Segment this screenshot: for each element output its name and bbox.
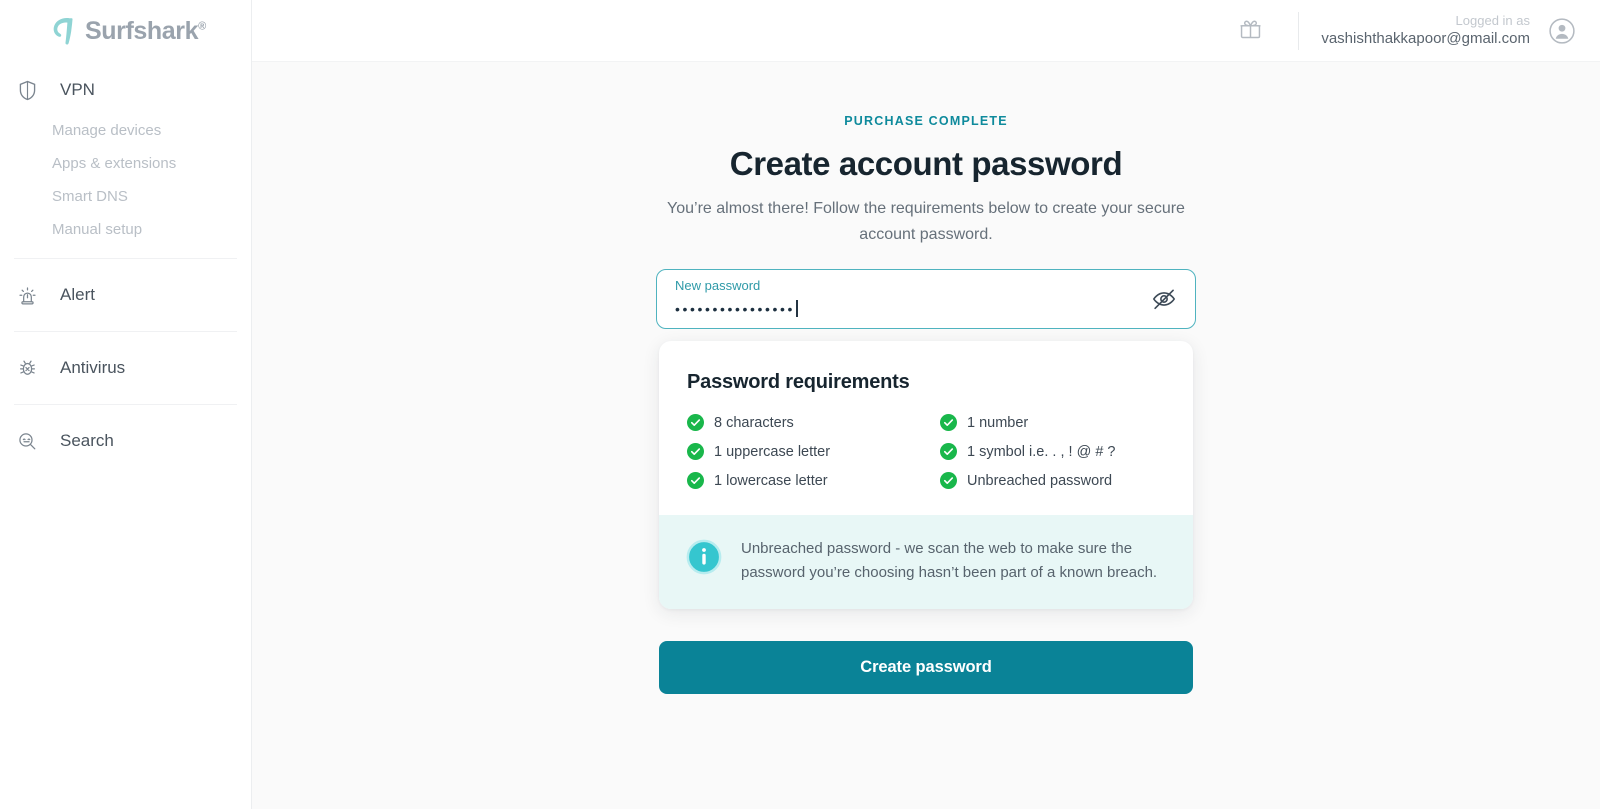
main-area: Logged in as vashishthakkapoor@gmail.com… — [252, 0, 1600, 809]
brand-name: Surfshark — [85, 16, 199, 45]
magnifier-icon — [14, 428, 40, 454]
top-bar: Logged in as vashishthakkapoor@gmail.com — [252, 0, 1600, 62]
account-info: Logged in as vashishthakkapoor@gmail.com — [1321, 13, 1530, 49]
check-circle-icon — [940, 414, 957, 432]
password-input-wrapper[interactable]: New password •••••••••••••••• — [656, 269, 1196, 330]
check-circle-icon — [687, 443, 704, 461]
password-input[interactable]: •••••••••••••••• — [675, 300, 1179, 318]
password-requirements-card: Password requirements 8 characters 1 num… — [659, 341, 1193, 610]
user-avatar-icon — [1548, 17, 1576, 49]
requirement-item: 1 number — [940, 414, 1193, 432]
requirements-heading: Password requirements — [687, 371, 910, 394]
sidebar-item-label: Smart DNS — [52, 188, 128, 205]
requirement-item: Unbreached password — [940, 472, 1193, 490]
sidebar-item-label: Manage devices — [52, 122, 162, 139]
gift-button[interactable] — [1228, 9, 1272, 53]
sidebar-divider — [14, 404, 237, 405]
info-icon — [685, 538, 723, 576]
requirements-grid: 8 characters 1 number 1 uppercase letter — [659, 394, 1193, 515]
requirement-item: 8 characters — [687, 414, 940, 432]
sidebar-item-manage-devices[interactable]: Manage devices — [0, 114, 251, 147]
siren-icon — [14, 282, 40, 308]
eye-off-icon — [1151, 289, 1177, 316]
registered-mark: ® — [198, 20, 206, 33]
sidebar-item-label: Alert — [60, 285, 95, 304]
sidebar-item-label: VPN — [60, 80, 95, 99]
page-title: Create account password — [729, 145, 1123, 182]
sidebar-item-manual-setup[interactable]: Manual setup — [0, 213, 251, 246]
sidebar-item-vpn[interactable]: VPN — [0, 66, 251, 114]
bug-icon — [14, 355, 40, 381]
create-password-button[interactable]: Create password — [659, 641, 1193, 695]
eyebrow-label: PURCHASE COMPLETE — [844, 114, 1008, 128]
sidebar-item-label: Apps & extensions — [52, 155, 177, 172]
brand-logo[interactable]: Surfshark® — [0, 0, 251, 62]
password-value: •••••••••••••••• — [675, 300, 796, 317]
nav-vpn-group: VPN Manage devices Apps & extensions Sma… — [0, 62, 251, 246]
sidebar-item-alert[interactable]: Alert — [0, 271, 251, 319]
requirement-label: 1 uppercase letter — [714, 443, 831, 460]
sidebar-divider — [14, 258, 237, 259]
check-circle-icon — [687, 414, 704, 432]
gift-icon — [1238, 16, 1263, 46]
sidebar-item-smart-dns[interactable]: Smart DNS — [0, 180, 251, 213]
requirement-label: 1 symbol i.e. . , ! @ # ? — [967, 443, 1116, 460]
requirement-item: 1 lowercase letter — [687, 472, 940, 490]
app-root: Surfshark® VPN Manage devices Apps & ext… — [0, 0, 1600, 809]
check-circle-icon — [940, 443, 957, 461]
requirement-label: 1 lowercase letter — [714, 472, 828, 489]
shield-icon — [14, 77, 40, 103]
sidebar-item-apps-extensions[interactable]: Apps & extensions — [0, 147, 251, 180]
sidebar: Surfshark® VPN Manage devices Apps & ext… — [0, 0, 252, 809]
topbar-separator — [1298, 11, 1300, 50]
sidebar-item-search[interactable]: Search — [0, 417, 251, 465]
account-email: vashishthakkapoor@gmail.com — [1321, 29, 1530, 47]
surfshark-logo-icon — [48, 16, 76, 46]
account-avatar-button[interactable] — [1548, 17, 1576, 45]
text-caret — [796, 300, 798, 318]
requirement-item: 1 uppercase letter — [687, 443, 940, 461]
content-panel: PURCHASE COMPLETE Create account passwor… — [252, 62, 1600, 809]
requirement-item: 1 symbol i.e. . , ! @ # ? — [940, 443, 1193, 461]
logged-in-label: Logged in as — [1455, 12, 1530, 28]
sidebar-item-label: Antivirus — [60, 358, 126, 377]
sidebar-divider — [14, 331, 237, 332]
info-notice-text: Unbreached password - we scan the web to… — [741, 540, 1158, 582]
sidebar-item-antivirus[interactable]: Antivirus — [0, 344, 251, 392]
requirement-label: 1 number — [967, 414, 1029, 431]
requirement-label: Unbreached password — [967, 472, 1113, 489]
page-subtitle: You’re almost there! Follow the requirem… — [667, 200, 1185, 243]
requirement-label: 8 characters — [714, 414, 794, 431]
sidebar-item-label: Manual setup — [52, 221, 143, 238]
sidebar-item-label: Search — [60, 431, 114, 450]
toggle-password-visibility-button[interactable] — [1151, 286, 1177, 312]
password-field-label: New password — [675, 278, 761, 294]
check-circle-icon — [687, 472, 704, 490]
check-circle-icon — [940, 472, 957, 490]
brand-wordmark: Surfshark® — [85, 16, 206, 45]
unbreached-info-notice: Unbreached password - we scan the web to… — [659, 515, 1193, 610]
